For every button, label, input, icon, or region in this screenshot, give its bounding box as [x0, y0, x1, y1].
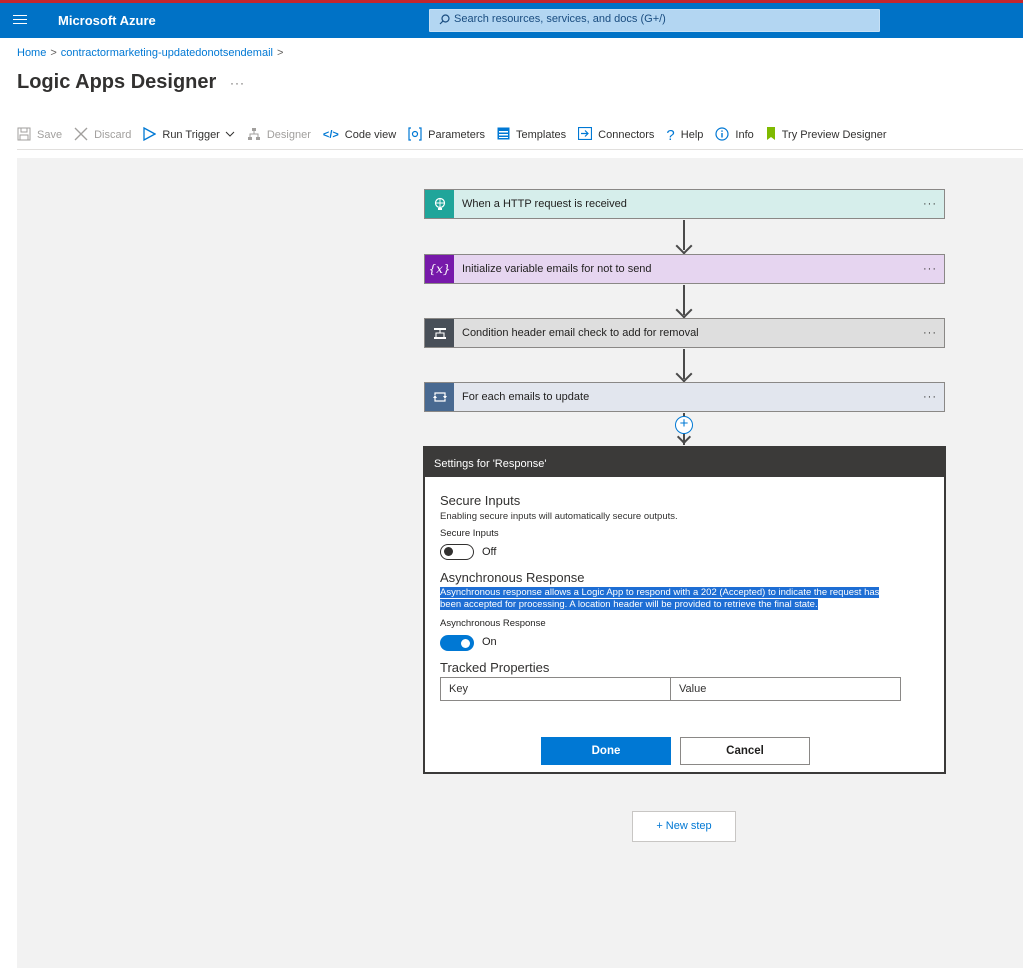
workflow-step-http-trigger[interactable]: When a HTTP request is received ··· [424, 189, 945, 219]
connectors-button[interactable]: Connectors [578, 126, 655, 143]
brand-name[interactable]: Microsoft Azure [58, 13, 156, 28]
tracked-properties-title: Tracked Properties [440, 660, 550, 675]
code-view-label: Code view [344, 129, 397, 141]
designer-icon [247, 127, 261, 144]
condition-icon [425, 319, 454, 347]
settings-panel: Settings for 'Response' Secure Inputs En… [423, 446, 946, 774]
toggle-knob [444, 547, 453, 556]
search-input[interactable] [454, 13, 854, 25]
done-button[interactable]: Done [541, 737, 671, 765]
parameters-button[interactable]: Parameters [408, 126, 486, 144]
discard-label: Discard [94, 129, 132, 141]
code-view-button[interactable]: </> Code view [323, 129, 396, 141]
save-button[interactable]: Save [17, 127, 62, 144]
workflow-step-for-each[interactable]: For each emails to update ··· [424, 382, 945, 412]
async-response-toggle[interactable] [440, 635, 474, 651]
designer-toolbar: Save Discard Run Trigger Designer </> Cod… [17, 124, 898, 146]
page-title: Logic Apps Designer [17, 71, 217, 93]
async-response-state: On [482, 636, 497, 648]
help-button[interactable]: ? Help [666, 127, 703, 144]
connectors-label: Connectors [598, 129, 655, 141]
async-response-title: Asynchronous Response [440, 570, 585, 585]
workflow-step-condition[interactable]: Condition header email check to add for … [424, 318, 945, 348]
step-title: For each emails to update [462, 391, 590, 403]
top-bar: Microsoft Azure [0, 0, 1023, 38]
save-label: Save [37, 129, 63, 141]
parameters-label: Parameters [428, 129, 486, 141]
async-desc-line-1: Asynchronous response allows a Logic App… [440, 587, 880, 598]
chevron-down-icon [225, 129, 235, 141]
breadcrumb-separator-icon: > [50, 47, 57, 59]
toggle-knob [461, 638, 470, 648]
more-options-icon[interactable]: ··· [916, 198, 944, 210]
hamburger-menu-icon[interactable] [13, 12, 27, 26]
http-request-icon [425, 190, 454, 218]
more-options-icon[interactable]: ··· [916, 263, 944, 275]
info-button[interactable]: Info [715, 126, 754, 144]
async-response-description: Asynchronous response allows a Logic App… [440, 587, 880, 611]
flag-icon [766, 126, 776, 144]
workflow-step-initialize-variable[interactable]: {x} Initialize variable emails for not t… [424, 254, 945, 284]
variable-icon: {x} [425, 255, 454, 283]
search-box[interactable] [429, 9, 880, 32]
search-icon [439, 13, 450, 28]
more-options-icon[interactable]: ··· [916, 327, 944, 339]
play-icon [143, 126, 157, 144]
run-trigger-button[interactable]: Run Trigger [143, 126, 235, 144]
run-trigger-label: Run Trigger [162, 129, 220, 141]
secure-inputs-state: Off [482, 546, 497, 558]
cancel-button[interactable]: Cancel [680, 737, 810, 765]
connectors-icon [578, 126, 593, 143]
parameters-icon [408, 126, 422, 144]
more-options-icon[interactable]: ··· [230, 76, 245, 90]
breadcrumb-resource-link[interactable]: contractormarketing-updatedonotsendemail [61, 47, 273, 59]
tracked-key-input[interactable] [440, 677, 671, 701]
async-desc-line-2: been accepted for processing. A location… [440, 599, 818, 610]
designer-button[interactable]: Designer [247, 127, 311, 144]
try-preview-label: Try Preview Designer [781, 129, 887, 141]
code-icon: </> [322, 129, 339, 141]
secure-inputs-field-label: Secure Inputs [440, 528, 499, 539]
panel-header: Settings for 'Response' [425, 448, 944, 477]
breadcrumb-separator-icon: > [276, 47, 284, 59]
toolbar-divider [17, 149, 1023, 150]
discard-button[interactable]: Discard [74, 127, 131, 144]
save-icon [17, 127, 31, 144]
new-step-button[interactable]: + New step [632, 811, 736, 842]
info-label: Info [735, 129, 754, 141]
more-options-icon[interactable]: ··· [916, 391, 944, 403]
foreach-icon [425, 383, 454, 411]
step-title: Initialize variable emails for not to se… [462, 263, 652, 275]
try-preview-designer-button[interactable]: Try Preview Designer [766, 126, 887, 144]
step-title: When a HTTP request is received [462, 198, 627, 210]
breadcrumb: Home > contractormarketing-updatedonotsend… [17, 47, 287, 59]
help-icon: ? [666, 126, 675, 144]
breadcrumb-home-link[interactable]: Home [17, 47, 46, 59]
close-icon [74, 127, 88, 144]
tracked-value-input[interactable] [670, 677, 901, 701]
info-icon [715, 126, 729, 144]
secure-inputs-description: Enabling secure inputs will automaticall… [440, 511, 678, 522]
designer-label: Designer [266, 129, 311, 141]
templates-button[interactable]: Templates [497, 127, 566, 143]
async-response-field-label: Asynchronous Response [440, 618, 546, 629]
secure-inputs-toggle[interactable] [440, 544, 474, 560]
secure-inputs-title: Secure Inputs [440, 493, 521, 508]
templates-icon [497, 127, 510, 143]
step-title: Condition header email check to add for … [462, 327, 699, 339]
templates-label: Templates [516, 129, 567, 141]
help-label: Help [680, 129, 704, 141]
